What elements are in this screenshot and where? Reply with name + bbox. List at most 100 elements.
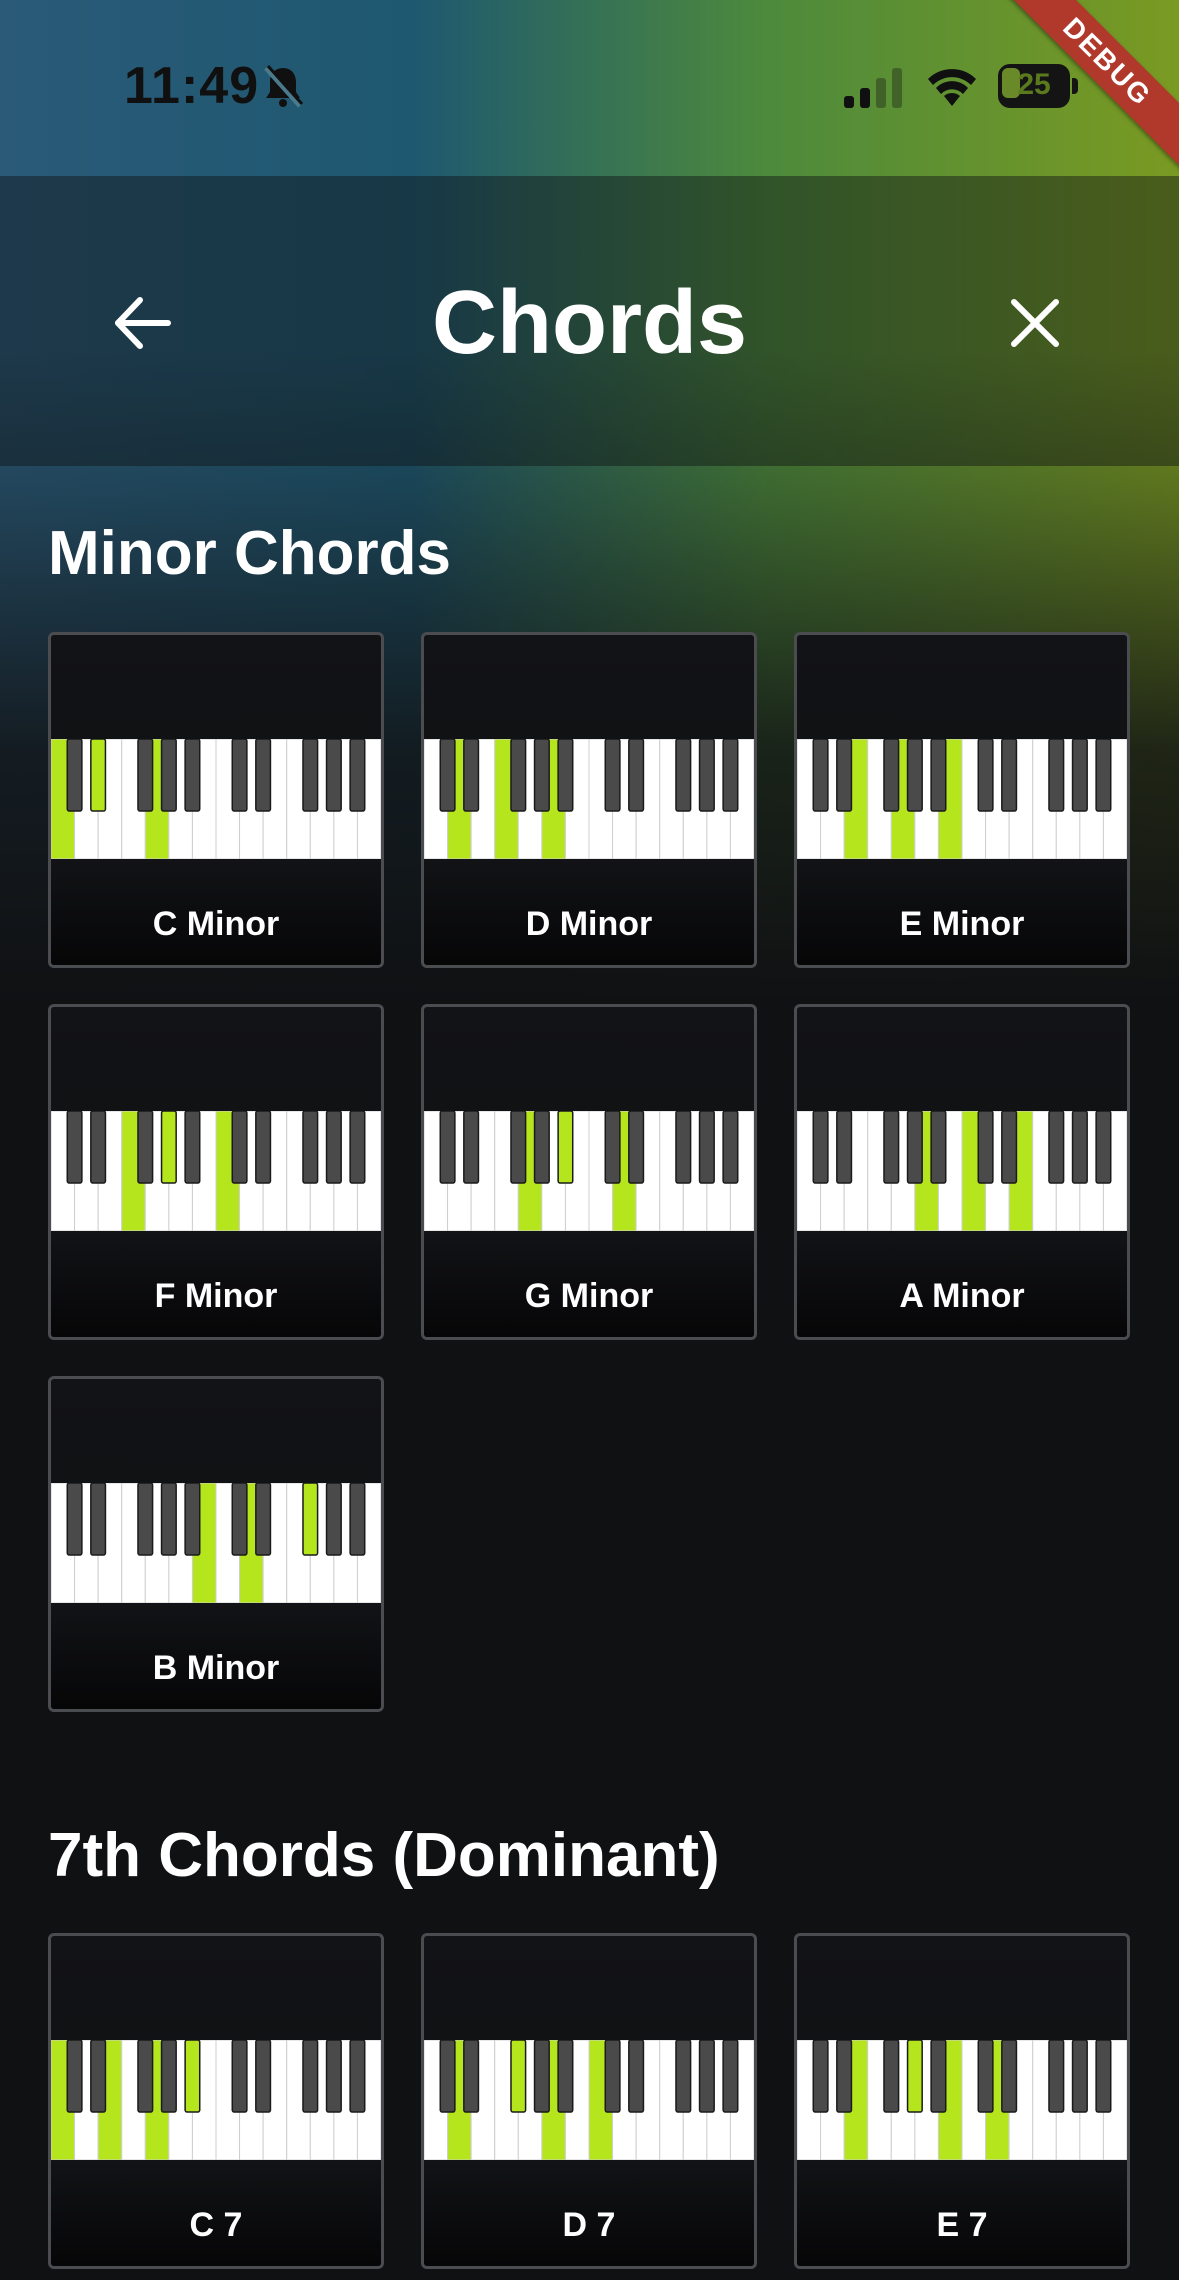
section-title-dominant-seventh: 7th Chords (Dominant) xyxy=(48,1821,720,1890)
black-key xyxy=(90,1111,107,1184)
black-key xyxy=(137,1483,154,1556)
black-key-highlighted xyxy=(184,2040,201,2113)
black-key xyxy=(812,739,829,812)
bell-muted-icon xyxy=(264,64,304,108)
section-title-minor: Minor Chords xyxy=(48,519,451,588)
black-key xyxy=(349,1111,366,1184)
black-key xyxy=(722,2040,739,2113)
black-key xyxy=(255,739,272,812)
black-key-highlighted xyxy=(160,1111,177,1184)
piano-keyboard xyxy=(51,1483,381,1603)
black-key xyxy=(1071,739,1088,812)
app-bar: Chords xyxy=(0,176,1179,466)
chord-card[interactable]: E 7 xyxy=(794,1933,1130,2269)
wifi-icon xyxy=(928,69,976,106)
black-key xyxy=(1001,1111,1018,1184)
chord-card[interactable]: D Minor xyxy=(421,632,757,968)
piano-keyboard xyxy=(51,2040,381,2160)
battery-level: 25 xyxy=(1017,68,1051,101)
black-key xyxy=(604,1111,621,1184)
black-key xyxy=(930,739,947,812)
black-key xyxy=(604,739,621,812)
black-key xyxy=(604,2040,621,2113)
black-key xyxy=(137,739,154,812)
black-key xyxy=(836,2040,853,2113)
black-key xyxy=(439,1111,456,1184)
black-key xyxy=(1095,1111,1112,1184)
black-key xyxy=(90,2040,107,2113)
black-key xyxy=(302,2040,319,2113)
black-key xyxy=(533,1111,550,1184)
black-key xyxy=(302,739,319,812)
black-key xyxy=(675,2040,692,2113)
black-key xyxy=(160,1483,177,1556)
battery-icon: 25 xyxy=(998,64,1078,108)
black-key xyxy=(325,2040,342,2113)
chord-card[interactable]: G Minor xyxy=(421,1004,757,1340)
black-key xyxy=(184,1111,201,1184)
black-key xyxy=(1071,2040,1088,2113)
black-key xyxy=(302,1111,319,1184)
black-key xyxy=(628,739,645,812)
black-key xyxy=(231,2040,248,2113)
chord-label: E 7 xyxy=(936,2206,988,2244)
black-key-highlighted xyxy=(906,2040,923,2113)
black-key xyxy=(231,1483,248,1556)
piano-keyboard xyxy=(424,2040,754,2160)
black-key xyxy=(1048,739,1065,812)
black-key xyxy=(698,2040,715,2113)
black-key xyxy=(557,739,574,812)
black-key xyxy=(255,1483,272,1556)
black-key xyxy=(977,1111,994,1184)
black-key xyxy=(231,739,248,812)
black-key xyxy=(930,1111,947,1184)
cellular-signal-icon xyxy=(844,68,902,108)
chord-card[interactable]: A Minor xyxy=(794,1004,1130,1340)
chord-label: D 7 xyxy=(562,2206,616,2244)
black-key xyxy=(836,739,853,812)
chord-card[interactable]: B Minor xyxy=(48,1376,384,1712)
black-key xyxy=(1095,739,1112,812)
black-key xyxy=(439,739,456,812)
black-key xyxy=(255,2040,272,2113)
black-key xyxy=(883,739,900,812)
black-key xyxy=(66,739,83,812)
piano-keyboard xyxy=(424,1111,754,1231)
black-key xyxy=(137,2040,154,2113)
black-key xyxy=(349,2040,366,2113)
black-key xyxy=(698,1111,715,1184)
black-key xyxy=(1071,1111,1088,1184)
black-key xyxy=(463,1111,480,1184)
black-key xyxy=(1001,2040,1018,2113)
black-key xyxy=(675,739,692,812)
piano-keyboard xyxy=(51,739,381,859)
chord-card[interactable]: D 7 xyxy=(421,1933,757,2269)
piano-keyboard xyxy=(797,739,1127,859)
piano-keyboard xyxy=(424,739,754,859)
black-key xyxy=(349,739,366,812)
black-key xyxy=(977,739,994,812)
black-key xyxy=(463,2040,480,2113)
black-key xyxy=(325,1111,342,1184)
black-key xyxy=(722,1111,739,1184)
chord-card[interactable]: C Minor xyxy=(48,632,384,968)
black-key xyxy=(160,2040,177,2113)
close-icon[interactable] xyxy=(1000,288,1070,358)
black-key xyxy=(906,1111,923,1184)
black-key xyxy=(722,739,739,812)
chord-label: C Minor xyxy=(152,905,280,943)
black-key xyxy=(439,2040,456,2113)
black-key-highlighted xyxy=(90,739,107,812)
chord-card[interactable]: E Minor xyxy=(794,632,1130,968)
black-key xyxy=(325,1483,342,1556)
piano-keyboard xyxy=(797,1111,1127,1231)
black-key xyxy=(160,739,177,812)
black-key xyxy=(66,2040,83,2113)
black-key xyxy=(836,1111,853,1184)
chord-card[interactable]: F Minor xyxy=(48,1004,384,1340)
black-key xyxy=(463,739,480,812)
black-key xyxy=(255,1111,272,1184)
black-key xyxy=(883,2040,900,2113)
black-key xyxy=(812,2040,829,2113)
chord-card[interactable]: C 7 xyxy=(48,1933,384,2269)
